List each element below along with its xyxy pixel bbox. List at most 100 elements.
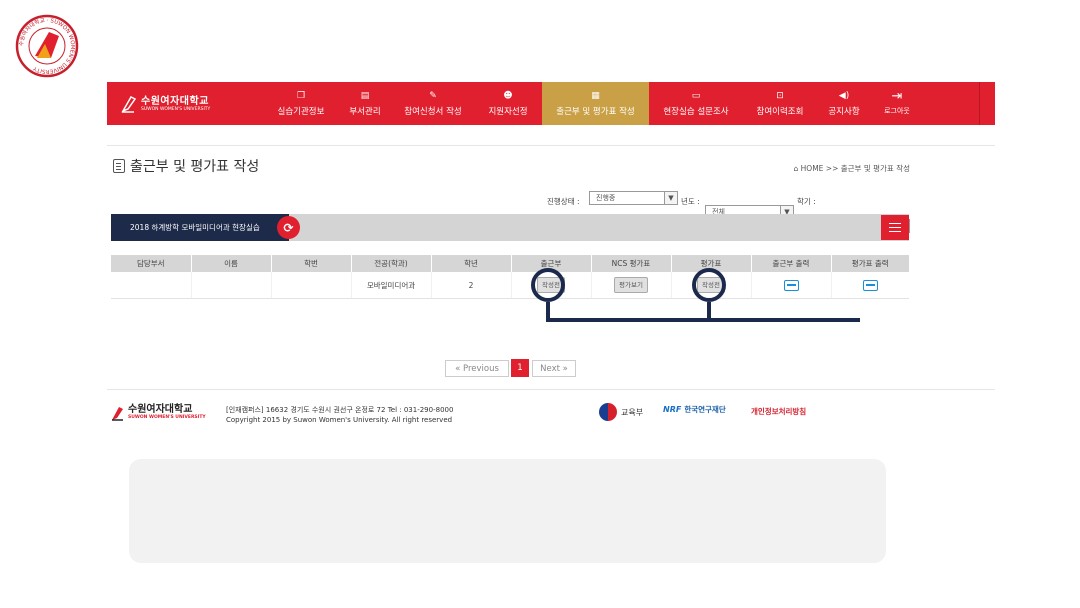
- table-row: 모바일미디어과 2 작성전 평가보기 작성전: [111, 272, 909, 299]
- print-icon[interactable]: [783, 279, 799, 291]
- chevron-down-icon: ▼: [664, 192, 677, 204]
- print-icon[interactable]: [862, 279, 878, 291]
- cell-name: [191, 272, 272, 299]
- home-icon: ⌂: [793, 164, 801, 173]
- course-label-text: 2018 하계방학 모바일미디어과 현장실습: [130, 223, 260, 232]
- breadcrumb-text: HOME >> 출근부 및 평가표 작성: [800, 164, 910, 173]
- course-label: 2018 하계방학 모바일미디어과 현장실습: [111, 214, 289, 241]
- student-table: 담당부서 이름 학번 전공(학과) 학년 출근부 NCS 평가표 평가표 출근부…: [111, 255, 909, 299]
- cell-grade: 2: [431, 272, 512, 299]
- top-nav-bar: 수원여자대학교 SUWON WOMEN'S UNIVERSITY ❒ 실습기관정…: [107, 82, 995, 125]
- nav-item-notices[interactable]: ◀) 공지사항: [819, 82, 869, 125]
- cell-ncs: 평가보기: [591, 272, 672, 299]
- footer-info: [인재캠퍼스] 16632 경기도 수원시 권선구 온정로 72 Tel : 0…: [226, 405, 453, 425]
- nav-divider: [979, 82, 980, 125]
- speaker-icon: ◀): [838, 90, 850, 101]
- cell-evaluation-print: [831, 272, 909, 299]
- footer-logo: 수원여자대학교 SUWON WOMEN'S UNIVERSITY: [111, 404, 206, 421]
- highlight-circle-attendance: [531, 268, 565, 302]
- chevron-right-icon: »: [559, 363, 568, 374]
- nav-item-survey[interactable]: ▭ 현장실습 설문조사: [652, 82, 740, 125]
- logo-english: SUWON WOMEN'S UNIVERSITY: [141, 106, 211, 112]
- header-dept: 담당부서: [111, 255, 192, 272]
- cell-dept: [111, 272, 192, 299]
- document-icon: [113, 159, 125, 173]
- moe-link[interactable]: 교육부: [599, 403, 643, 421]
- status-select[interactable]: 진행중 ▼: [589, 191, 678, 205]
- ncs-view-button[interactable]: 평가보기: [614, 277, 648, 293]
- nav-item-participation-history[interactable]: ⊡ 참여이력조회: [747, 82, 813, 125]
- page-title: 출근부 및 평가표 작성: [113, 156, 259, 176]
- footer-divider: [107, 389, 995, 390]
- clipboard-icon: ▦: [591, 90, 600, 101]
- nav-label: 공지사항: [828, 106, 860, 117]
- taegeuk-emblem-icon: [599, 403, 617, 421]
- logout-button[interactable]: ⇥ 로그아웃: [880, 82, 914, 125]
- previous-label: Previous: [462, 363, 499, 374]
- previous-page-button[interactable]: « Previous: [445, 360, 509, 377]
- chevron-left-icon: «: [455, 363, 463, 374]
- nrf-link[interactable]: NRF 한국연구재단: [663, 405, 726, 414]
- search-doc-icon: ⊡: [776, 90, 784, 101]
- nav-item-attendance-evaluation[interactable]: ▦ 출근부 및 평가표 작성: [542, 82, 649, 125]
- next-label: Next: [540, 363, 560, 374]
- refresh-icon[interactable]: ⟳: [277, 216, 300, 239]
- breadcrumb: ⌂ HOME >> 출근부 및 평가표 작성: [794, 163, 911, 174]
- nav-item-application-form[interactable]: ✎ 참여신청서 작성: [394, 82, 472, 125]
- nav-label: 부서관리: [349, 106, 381, 117]
- nav-item-practice-org-info[interactable]: ❒ 실습기관정보: [266, 82, 336, 125]
- header-grade: 학년: [431, 255, 512, 272]
- nav-logo[interactable]: 수원여자대학교 SUWON WOMEN'S UNIVERSITY: [121, 91, 210, 117]
- footer-logo-english: SUWON WOMEN'S UNIVERSITY: [128, 415, 206, 420]
- header-ncs: NCS 평가표: [591, 255, 672, 272]
- logout-icon: ⇥: [891, 88, 903, 104]
- nav-label: 참여신청서 작성: [404, 106, 462, 117]
- logo-mark-icon: [112, 406, 123, 421]
- edit-icon: ✎: [429, 90, 437, 101]
- logo-mark-icon: [121, 96, 137, 113]
- table-header-row: 담당부서 이름 학번 전공(학과) 학년 출근부 NCS 평가표 평가표 출근부…: [111, 255, 909, 272]
- header-name: 이름: [191, 255, 272, 272]
- page-title-text: 출근부 및 평가표 작성: [130, 159, 260, 175]
- header-divider: [107, 145, 995, 146]
- highlight-circle-evaluation: [692, 268, 726, 302]
- footer-logo-korean: 수원여자대학교: [128, 404, 193, 415]
- term-filter-label: 학기 :: [797, 197, 816, 206]
- logout-label: 로그아웃: [884, 106, 910, 115]
- highlight-connector-line: [546, 318, 860, 322]
- cell-student-id: [271, 272, 352, 299]
- nrf-name: 한국연구재단: [684, 404, 726, 414]
- status-select-value: 진행중: [596, 194, 616, 202]
- university-seal-logo: 수원여자대학교 · SUWON WOMEN'S UNIVERSITY: [15, 14, 79, 78]
- cell-major: 모바일미디어과: [351, 272, 432, 299]
- building-icon: ❒: [296, 90, 306, 101]
- next-page-button[interactable]: Next »: [532, 360, 576, 377]
- user-check-icon: ☻: [503, 90, 513, 101]
- nav-item-applicant-selection[interactable]: ☻ 지원자선정: [477, 82, 539, 125]
- status-filter-label: 진행상태 :: [547, 197, 580, 206]
- header-student-id: 학번: [271, 255, 352, 272]
- nav-label: 참여이력조회: [756, 106, 804, 117]
- hamburger-menu-button[interactable]: [881, 215, 909, 240]
- moe-label: 교육부: [621, 407, 644, 417]
- nav-label: 지원자선정: [488, 106, 528, 117]
- printer-icon: ▤: [360, 90, 370, 101]
- nav-label: 현장실습 설문조사: [663, 106, 729, 117]
- chat-icon: ▭: [691, 90, 701, 101]
- footer-copyright: Copyright 2015 by Suwon Women's Universi…: [226, 416, 453, 424]
- privacy-policy-link[interactable]: 개인정보처리방침: [751, 406, 806, 417]
- footer-address: [인재캠퍼스] 16632 경기도 수원시 권선구 온정로 72 Tel : 0…: [226, 406, 454, 414]
- nrf-mark: NRF: [663, 405, 682, 414]
- nav-label: 출근부 및 평가표 작성: [556, 106, 635, 117]
- caption-box: [129, 459, 886, 563]
- course-bar: 2018 하계방학 모바일미디어과 현장실습 ⟳: [111, 214, 909, 241]
- header-attendance-print: 출근부 출력: [751, 255, 832, 272]
- year-filter-label: 년도 :: [681, 197, 700, 206]
- cell-attendance-print: [751, 272, 832, 299]
- nav-label: 실습기관정보: [277, 106, 325, 117]
- logo-korean: 수원여자대학교: [141, 95, 209, 107]
- header-evaluation-print: 평가표 출력: [831, 255, 909, 272]
- header-major: 전공(학과): [351, 255, 432, 272]
- nav-item-dept-management[interactable]: ▤ 부서관리: [338, 82, 392, 125]
- current-page-button[interactable]: 1: [511, 359, 529, 377]
